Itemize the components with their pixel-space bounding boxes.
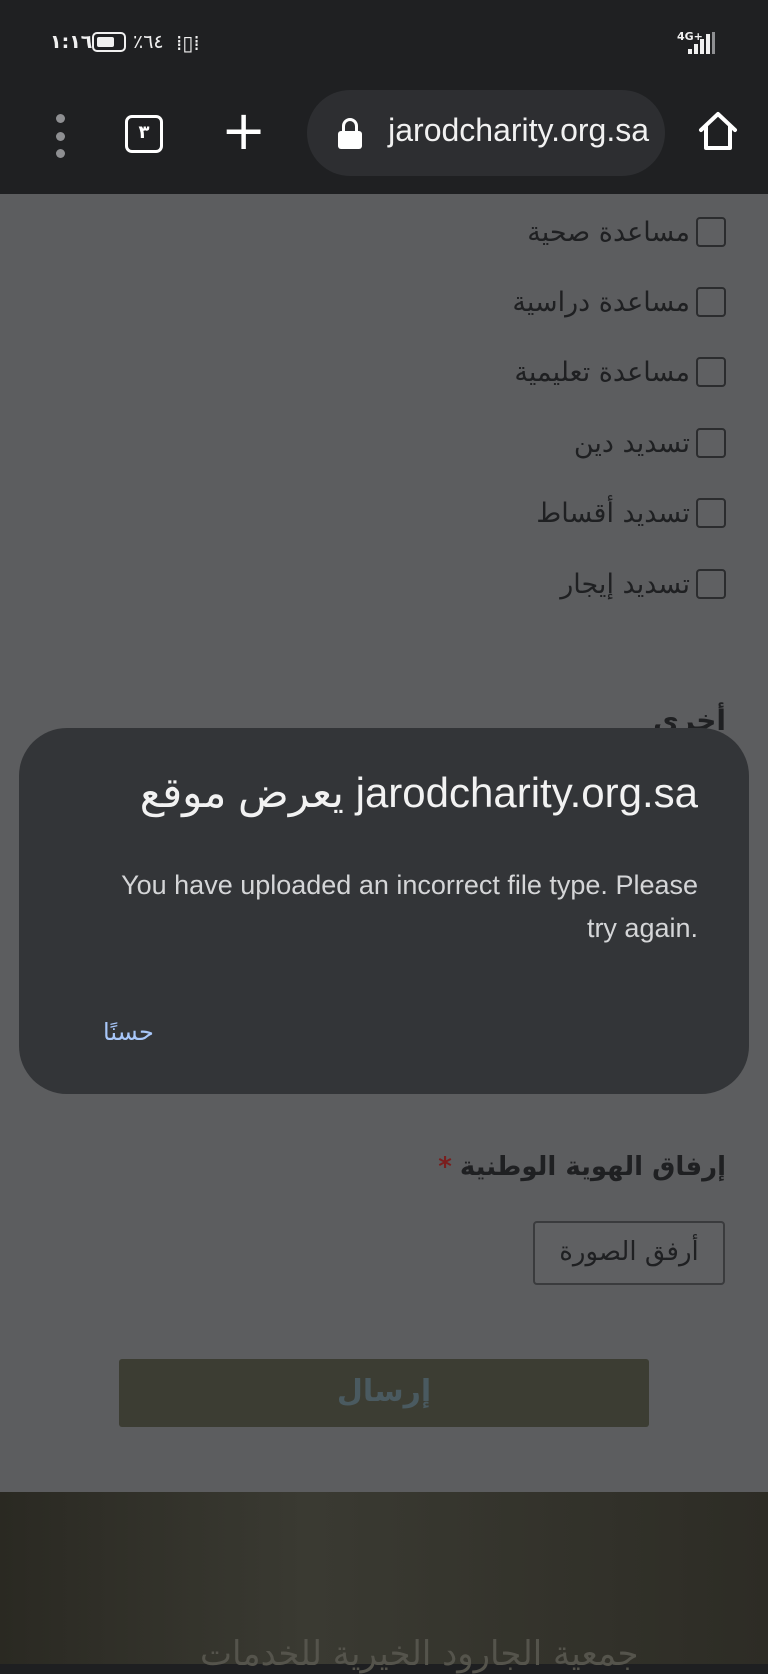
home-icon[interactable] (697, 110, 739, 152)
checkbox-label: تسديد إيجار (560, 568, 690, 600)
national-id-label-text: إرفاق الهوية الوطنية (459, 1152, 726, 1182)
checkbox-label: مساعدة صحية (527, 216, 690, 248)
ok-button[interactable]: حسنًا (103, 1018, 154, 1046)
checkbox[interactable] (696, 428, 726, 458)
attach-image-button[interactable]: أرفق الصورة (533, 1221, 725, 1285)
checkbox[interactable] (696, 498, 726, 528)
url-text: jarodcharity.org.sa (388, 112, 649, 148)
checkbox-option[interactable]: تسديد دين (574, 425, 726, 461)
new-tab-icon[interactable]: + (221, 104, 266, 158)
browser-toolbar: ٣ + jarodcharity.org.sa (0, 88, 768, 194)
address-bar[interactable]: jarodcharity.org.sa (307, 90, 665, 176)
checkbox[interactable] (696, 569, 726, 599)
vibrate-icon: ⁞▯⁞ (176, 31, 200, 55)
battery-percent: ٪٦٤ (133, 31, 164, 53)
alert-dialog: يعرض موقع jarodcharity.org.sa You have u… (19, 728, 749, 1094)
signal-icon (688, 32, 718, 54)
checkbox-label: تسديد دين (573, 427, 690, 459)
checkbox-option[interactable]: تسديد أقساط (536, 495, 726, 531)
checkbox-label: تسديد أقساط (536, 497, 690, 529)
checkbox[interactable] (696, 217, 726, 247)
status-bar: ١:١٦ ٪٦٤ ⁞▯⁞ 4G+ (0, 0, 768, 88)
checkbox-label: مساعدة دراسية (512, 286, 690, 318)
lock-icon[interactable] (337, 118, 363, 150)
dialog-title: يعرض موقع jarodcharity.org.sa (139, 769, 698, 816)
checkbox[interactable] (696, 357, 726, 387)
checkbox[interactable] (696, 287, 726, 317)
checkbox-label: مساعدة تعليمية (514, 356, 690, 388)
footer-banner: جمعية الجارود الخيرية للخدمات (0, 1492, 768, 1674)
required-marker: * (438, 1152, 452, 1182)
more-vert-icon[interactable] (48, 114, 72, 158)
checkbox-option[interactable]: تسديد إيجار (560, 566, 726, 602)
clock: ١:١٦ (50, 31, 93, 53)
checkbox-option[interactable]: مساعدة صحية (527, 214, 726, 250)
footer-text: جمعية الجارود الخيرية للخدمات (200, 1634, 639, 1674)
submit-button[interactable]: إرسال (119, 1359, 649, 1427)
checkbox-option[interactable]: مساعدة دراسية (512, 284, 726, 320)
tab-switcher-button[interactable]: ٣ (125, 115, 163, 153)
national-id-label: إرفاق الهوية الوطنية* (438, 1152, 726, 1182)
battery-icon (92, 32, 126, 52)
checkbox-option[interactable]: مساعدة تعليمية (514, 354, 726, 390)
dialog-message: You have uploaded an incorrect file type… (121, 870, 698, 943)
